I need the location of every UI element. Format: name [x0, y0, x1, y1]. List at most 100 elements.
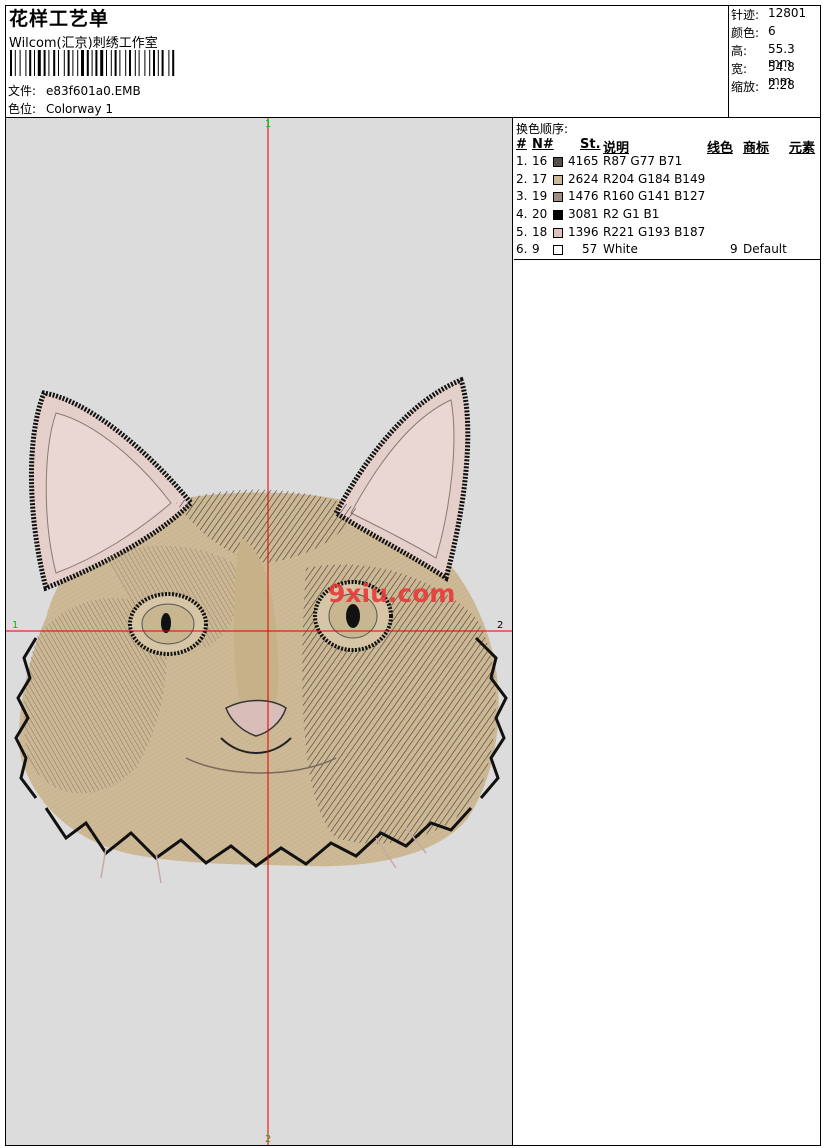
barcode-bar: [19, 50, 21, 76]
design-canvas[interactable]: 9xiu.com 1 2 1 2: [6, 118, 513, 1145]
barcode-bar: [58, 50, 59, 76]
barcode-bar: [25, 50, 27, 76]
barcode-bar: [48, 50, 50, 76]
header-needle: N#: [532, 137, 554, 152]
color-swatch: [553, 245, 563, 255]
barcode-bar: [149, 50, 151, 76]
stats-divider: [728, 5, 729, 118]
stat-height: 高: 55.3 mm: [731, 42, 821, 70]
row-index: 3.: [516, 189, 528, 203]
barcode-bar: [100, 50, 104, 76]
file-label: 文件:: [8, 84, 37, 98]
header-stitches: St.: [580, 137, 601, 152]
marker-right: 2: [497, 620, 503, 631]
barcode: [10, 50, 175, 76]
barcode-bar: [138, 50, 140, 76]
sequence-row[interactable]: 3. 19 1476 R160 G141 B127: [514, 189, 820, 207]
barcode-bar: [43, 50, 46, 76]
row-description: R221 G193 B187: [603, 225, 706, 239]
row-needle: 16: [532, 154, 548, 168]
watermark: 9xiu.com: [328, 579, 455, 608]
row-needle: 17: [532, 172, 548, 186]
barcode-bar: [53, 50, 56, 76]
color-swatch: [553, 210, 563, 220]
sequence-row[interactable]: 1. 16 4165 R87 G77 B71: [514, 154, 820, 172]
barcode-bar: [114, 50, 117, 76]
barcode-bar: [72, 50, 74, 76]
row-index: 4.: [516, 207, 528, 221]
color-swatch: [553, 175, 563, 185]
marker-bottom: 2: [265, 1134, 271, 1145]
row-stitches: 4165: [568, 154, 599, 168]
sequence-divider: [514, 259, 821, 260]
header-index: #: [516, 137, 527, 152]
barcode-bar: [153, 50, 155, 76]
stat-label: 宽:: [731, 62, 748, 76]
row-stitches: 1476: [568, 189, 599, 203]
barcode-bar: [37, 50, 41, 76]
sequence-row[interactable]: 4. 20 3081 R2 G1 B1: [514, 207, 820, 225]
row-description: R204 G184 B149: [603, 172, 706, 186]
studio-name: Wilcom(汇京)刺绣工作室: [9, 36, 158, 51]
row-description: R87 G77 B71: [603, 154, 683, 168]
marker-left: 1: [12, 620, 18, 631]
barcode-bar: [157, 50, 159, 76]
sequence-row[interactable]: 2. 17 2624 R204 G184 B149: [514, 172, 820, 190]
row-stitches: 2624: [568, 172, 599, 186]
barcode-bar: [10, 50, 12, 76]
colorway-value: Colorway 1: [46, 102, 114, 116]
barcode-bar: [34, 50, 35, 76]
row-description: R160 G141 B127: [603, 189, 706, 203]
sequence-title: 换色顺序:: [516, 122, 569, 136]
barcode-bar: [95, 50, 98, 76]
barcode-bar: [172, 50, 175, 76]
document-title: 花样工艺单: [9, 8, 110, 30]
barcode-bar: [29, 50, 32, 76]
stat-scale: 缩放: 2.28: [731, 78, 821, 96]
barcode-bar: [144, 50, 146, 76]
barcode-bar: [86, 50, 89, 76]
file-row: 文件: e83f601a0.EMB: [8, 82, 141, 99]
stat-value: 2.28: [768, 78, 795, 92]
row-thread: 9: [730, 242, 738, 256]
barcode-bar: [63, 50, 65, 76]
barcode-bar: [161, 50, 164, 76]
row-index: 5.: [516, 225, 528, 239]
sequence-row[interactable]: 6. 9 57 White 9 Default: [514, 242, 820, 260]
row-needle: 18: [532, 225, 548, 239]
stat-value: 6: [768, 24, 776, 38]
stat-width: 宽: 54.8 mm: [731, 60, 821, 88]
stat-label: 针迹:: [731, 8, 760, 22]
color-swatch: [553, 157, 563, 167]
barcode-bar: [125, 50, 127, 76]
row-stitches: 57: [582, 242, 598, 256]
barcode-bar: [168, 50, 170, 76]
stat-label: 颜色:: [731, 26, 760, 40]
row-needle: 19: [532, 189, 548, 203]
barcode-bar: [77, 50, 79, 76]
stat-label: 缩放:: [731, 80, 760, 94]
row-stitches: 1396: [568, 225, 599, 239]
stat-value: 12801: [768, 6, 807, 20]
barcode-bar: [106, 50, 107, 76]
row-index: 6.: [516, 242, 528, 256]
barcode-bar: [67, 50, 70, 76]
barcode-bar: [81, 50, 84, 76]
stat-label: 高:: [731, 44, 748, 58]
color-swatch: [553, 192, 563, 202]
file-value: e83f601a0.EMB: [46, 84, 141, 98]
colorway-row: 色位: Colorway 1: [8, 100, 113, 117]
barcode-bar: [129, 50, 131, 76]
marker-top: 1: [265, 119, 271, 130]
row-description: R2 G1 B1: [603, 207, 660, 221]
row-brand: Default: [743, 242, 787, 256]
barcode-bar: [134, 50, 136, 76]
stat-stitches: 针迹: 12801: [731, 6, 821, 24]
row-index: 1.: [516, 154, 528, 168]
row-description: White: [603, 242, 638, 256]
barcode-bar: [119, 50, 121, 76]
sequence-row[interactable]: 5. 18 1396 R221 G193 B187: [514, 225, 820, 243]
colorway-label: 色位:: [8, 102, 37, 116]
row-stitches: 3081: [568, 207, 599, 221]
barcode-bar: [110, 50, 112, 76]
